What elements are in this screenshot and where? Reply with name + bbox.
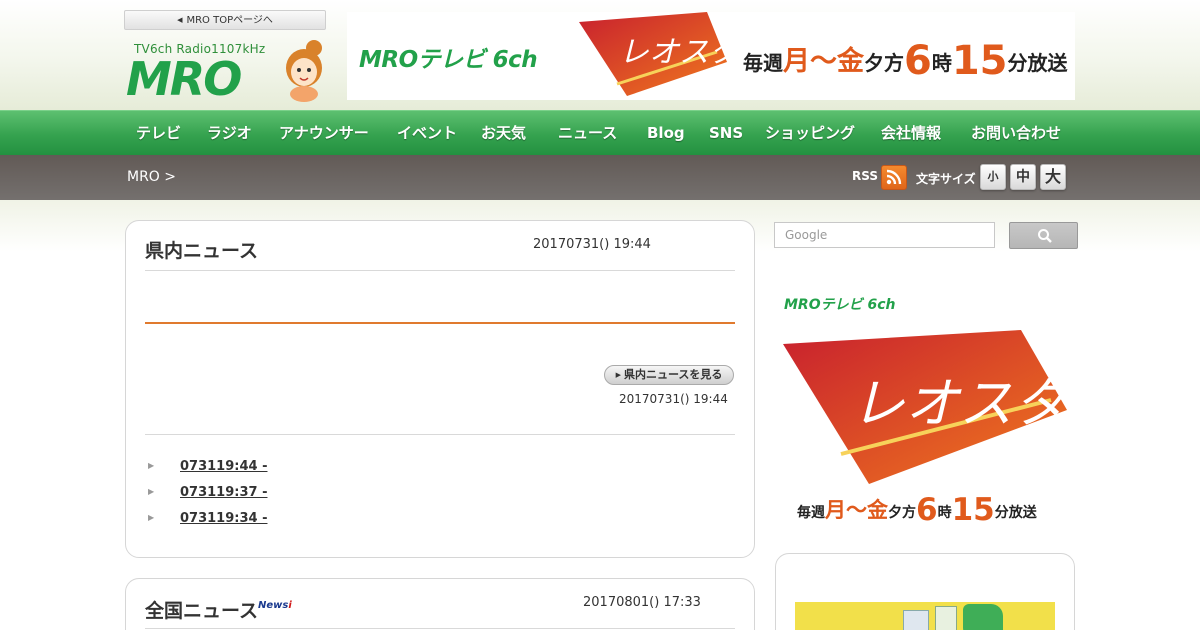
sidebar-program-banner[interactable]: レオスタ <box>781 330 1071 490</box>
divider <box>145 628 735 629</box>
search-icon <box>1038 229 1052 243</box>
site-header: ◀ MRO TOPページへ TV6ch Radio1107kHz MRO MROテ… <box>0 0 1200 110</box>
search-input[interactable]: Google <box>774 222 995 248</box>
rss-button[interactable] <box>881 165 907 190</box>
mro-top-link-label: MRO TOPページへ <box>186 15 273 26</box>
national-news-title: 全国ニュース <box>145 600 259 622</box>
mro-top-link[interactable]: ◀ MRO TOPページへ <box>124 10 326 30</box>
banner-schedule: 毎週月〜金夕方6時15分放送 <box>743 38 1068 84</box>
program-banner[interactable]: MROテレビ 6ch レオスタ 毎週月〜金夕方6時15分放送 <box>347 12 1075 100</box>
rss-label: RSS <box>852 169 878 183</box>
nav-item-news[interactable]: ニュース <box>558 111 617 156</box>
rss-icon <box>886 169 902 185</box>
sidebar-schedule: 毎週月〜金夕方6時15分放送 <box>797 492 1037 528</box>
mascot-icon <box>286 40 322 102</box>
local-news-more-button[interactable]: ▶ 県内ニュースを見る <box>604 365 734 385</box>
arrow-right-icon: ▶ <box>615 371 621 379</box>
local-news-more-date: 20170731() 19:44 <box>619 392 728 406</box>
banner-channel: MROテレビ 6ch <box>359 47 538 73</box>
nav-item-blog[interactable]: Blog <box>647 111 685 156</box>
mro-logo[interactable]: MRO <box>126 52 242 106</box>
nav-item-tv[interactable]: テレビ <box>136 111 181 156</box>
program-logo-icon: レオスタ <box>579 12 737 96</box>
divider <box>145 270 735 271</box>
breadcrumb[interactable]: MRO > <box>127 169 176 185</box>
national-news-date: 20170801() 17:33 <box>583 595 701 610</box>
font-size-label: 文字サイズ <box>916 172 976 186</box>
nav-item-announcer[interactable]: アナウンサー <box>279 111 369 156</box>
divider <box>145 434 735 435</box>
nav-item-contact[interactable]: お問い合わせ <box>971 111 1061 156</box>
nav-item-event[interactable]: イベント <box>397 111 457 156</box>
sidebar-program-title: レオスタ <box>851 372 1069 435</box>
program-title: レオスタ <box>619 35 737 70</box>
nav-item-sns[interactable]: SNS <box>709 111 743 156</box>
bullet-icon: ▶ <box>148 461 155 470</box>
nav-item-radio[interactable]: ラジオ <box>207 111 252 156</box>
local-news-date: 20170731() 19:44 <box>533 237 651 252</box>
divider-accent <box>145 322 735 324</box>
nav-item-weather[interactable]: お天気 <box>481 111 526 156</box>
news-i-logo: Newsi <box>258 600 292 611</box>
font-size-small-button[interactable]: 小 <box>980 164 1006 190</box>
sidebar-banner-channel: MROテレビ 6ch <box>784 297 896 313</box>
search-button[interactable] <box>1009 222 1078 249</box>
news-link[interactable]: 073119:37 - <box>180 485 267 500</box>
news-link[interactable]: 073119:44 - <box>180 459 267 474</box>
local-news-title: 県内ニュース <box>145 240 259 262</box>
sidebar-widget-image[interactable] <box>795 602 1055 630</box>
bullet-icon: ▶ <box>148 513 155 522</box>
font-size-large-button[interactable]: 大 <box>1040 164 1066 190</box>
nav-item-shopping[interactable]: ショッピング <box>765 111 855 156</box>
font-size-medium-button[interactable]: 中 <box>1010 164 1036 190</box>
bullet-icon: ▶ <box>148 487 155 496</box>
main-nav: テレビ ラジオ アナウンサー イベント お天気 ニュース Blog SNS ショ… <box>0 110 1200 155</box>
nav-item-company[interactable]: 会社情報 <box>881 111 941 156</box>
arrow-left-icon: ◀ <box>177 16 183 24</box>
news-link[interactable]: 073119:34 - <box>180 511 267 526</box>
